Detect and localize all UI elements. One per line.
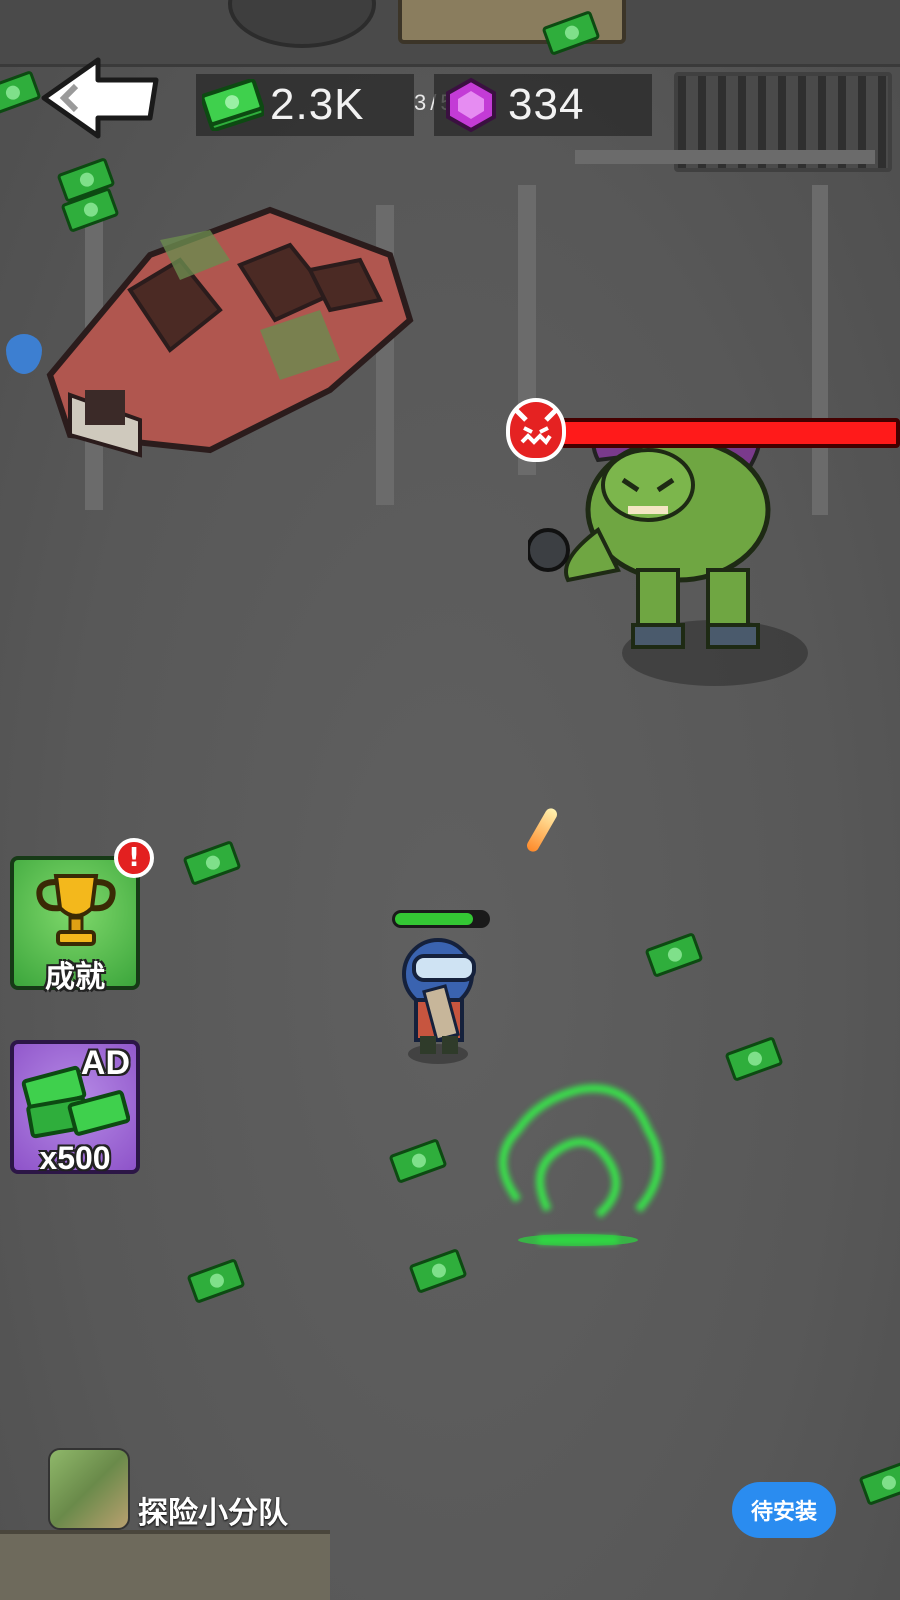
floor-tile (0, 1530, 330, 1600)
wrecked-car (46, 206, 414, 458)
player-health-bar (392, 910, 490, 928)
cash-pickup (186, 1258, 246, 1304)
cash-pickup (182, 840, 242, 886)
gem-counter: 334 (434, 74, 652, 136)
cash-stack-icon (21, 1065, 130, 1139)
gems-value: 334 (508, 80, 585, 129)
projectile (524, 806, 560, 854)
toxic-gas-effect (499, 1084, 663, 1246)
achievements-button[interactable]: 成就 ! (10, 838, 154, 994)
back-button[interactable] (38, 56, 162, 140)
parking-line (575, 150, 875, 164)
wave-current: 3 (414, 90, 427, 115)
game-viewport[interactable]: 2.3K 3 / 5 334 成就 ! AD (0, 0, 900, 1600)
cash-pickup (644, 932, 704, 978)
boss-health-fill (564, 422, 896, 444)
cash-value: 2.3K (270, 80, 365, 129)
achievements-label: 成就 (45, 961, 105, 994)
trophy-icon (36, 874, 116, 946)
app-icon (48, 1448, 130, 1530)
cash-pickup (0, 70, 42, 116)
install-button[interactable]: 待安装 (732, 1482, 836, 1538)
ad-app-name: 探险小分队 (138, 1496, 288, 1531)
ad-reward-label: x500 (39, 1140, 111, 1176)
gem-icon (446, 77, 496, 133)
cash-pickup (408, 1248, 468, 1294)
cash-pickup (724, 1036, 784, 1082)
player-health-fill (395, 913, 474, 925)
boss-health-bar (560, 418, 900, 448)
cash-counter: 2.3K (196, 74, 414, 136)
ad-cash-reward-button[interactable]: AD x500 (10, 1040, 140, 1176)
player-character (402, 938, 476, 1064)
boss-skull-icon (506, 398, 566, 462)
cash-icon (202, 79, 264, 131)
back-arrow-icon (41, 57, 159, 139)
cash-pickup (388, 1138, 448, 1184)
alert-badge-icon: ! (114, 838, 154, 878)
